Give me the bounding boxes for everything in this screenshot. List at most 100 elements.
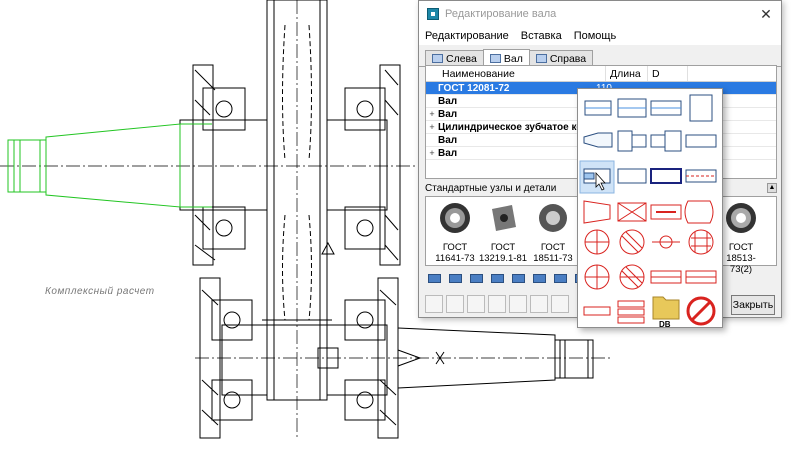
cone-tool-icon[interactable] xyxy=(583,200,611,224)
shaft-cone-icon[interactable] xyxy=(583,132,613,148)
shaft-gear-icon xyxy=(553,273,567,283)
edit-button[interactable] xyxy=(488,295,506,313)
shaft-gear-tool[interactable] xyxy=(551,269,569,287)
part-item[interactable]: ГОСТ 18511-73 xyxy=(528,201,578,264)
pins-icon[interactable] xyxy=(617,300,645,324)
title-bar[interactable]: Редактирование вала ✕ xyxy=(419,1,781,27)
part-code: ГОСТ xyxy=(540,242,566,253)
shaft-groove-icon xyxy=(469,273,483,283)
selected-shaft-green[interactable] xyxy=(7,123,212,208)
gear-cross-icon[interactable] xyxy=(584,229,610,255)
part-code: ГОСТ xyxy=(490,242,516,253)
column-d-header[interactable]: D xyxy=(648,66,688,81)
pin-icon[interactable] xyxy=(583,306,611,316)
menu-bar: Редактирование Вставка Помощь xyxy=(419,27,781,45)
part-number: 18511-73 xyxy=(533,253,573,264)
row-expander[interactable]: + xyxy=(426,122,438,132)
shaft-groove-tool[interactable] xyxy=(467,269,485,287)
shaft-thread-tool[interactable] xyxy=(509,269,527,287)
shaft-bar-icon[interactable] xyxy=(685,134,717,148)
bearing-icon xyxy=(440,203,470,233)
shaft-keyway-tool[interactable] xyxy=(488,269,506,287)
slot-box-icon[interactable] xyxy=(650,204,682,220)
shaft-step-tool[interactable] xyxy=(425,269,443,287)
cylinder-wide-icon[interactable] xyxy=(617,98,647,118)
row-name: Вал xyxy=(438,108,458,120)
grid-header: Наименование Длина D xyxy=(426,66,776,82)
part-item[interactable]: ГОСТ 11641-73 xyxy=(430,201,480,264)
table-icon xyxy=(432,54,443,63)
collapse-icon[interactable]: ▲ xyxy=(767,183,777,193)
shaft-step-icon[interactable] xyxy=(617,130,647,152)
shaft-step-reverse-icon[interactable] xyxy=(650,130,682,152)
gear-hatch-icon[interactable] xyxy=(619,264,645,290)
bearing-icon xyxy=(726,203,756,233)
shaft-thin-icon[interactable] xyxy=(685,169,717,183)
shaft-view-button[interactable] xyxy=(551,295,569,313)
menu-insert[interactable]: Вставка xyxy=(521,30,562,42)
cylinder-tall-icon[interactable] xyxy=(689,94,713,122)
menu-edit[interactable]: Редактирование xyxy=(425,30,509,42)
tab-right[interactable]: Справа xyxy=(528,50,594,66)
part-number: 11641-73 xyxy=(435,253,475,264)
plate-icon xyxy=(492,205,516,231)
shaft-spline-tool[interactable] xyxy=(530,269,548,287)
help-button[interactable] xyxy=(425,295,443,313)
element-toolbar xyxy=(425,269,590,289)
tab-left-label: Слева xyxy=(446,52,477,65)
window-title: Редактирование вала xyxy=(445,8,557,20)
shaft-step-icon xyxy=(427,273,441,283)
row-name: ГОСТ 12081-72 xyxy=(438,82,510,94)
footer-toolbar xyxy=(425,295,569,313)
row-expander[interactable]: + xyxy=(426,148,438,158)
column-length-header[interactable]: Длина xyxy=(606,66,648,81)
gear-hatch-icon[interactable] xyxy=(619,229,645,255)
calc-label: Комплексный расчет xyxy=(45,286,155,297)
database-folder-icon[interactable] xyxy=(652,296,680,320)
gear-small-icon[interactable] xyxy=(652,235,680,249)
row-name: Вал xyxy=(438,147,458,159)
element-picker-grid: DB xyxy=(579,94,717,329)
table-icon xyxy=(535,54,547,63)
table-button[interactable] xyxy=(509,295,527,313)
tab-shaft-label: Вал xyxy=(503,52,523,65)
tab-left[interactable]: Слева xyxy=(425,50,484,66)
shaft-spline-icon xyxy=(532,273,546,283)
shaft-icon xyxy=(489,54,501,63)
shaft-dark-icon[interactable] xyxy=(650,168,682,184)
column-name-header[interactable]: Наименование xyxy=(438,66,606,81)
folder-label: DB xyxy=(659,320,671,329)
cylinder-short-icon[interactable] xyxy=(584,100,612,116)
row-expander[interactable]: + xyxy=(426,109,438,119)
shaft-cone-icon xyxy=(448,273,462,283)
copy-button[interactable] xyxy=(446,295,464,313)
part-code: ГОСТ xyxy=(442,242,468,253)
paste-button[interactable] xyxy=(467,295,485,313)
element-picker-popup: DB xyxy=(577,88,723,329)
row-name: Вал xyxy=(438,95,458,107)
app-icon xyxy=(427,8,439,20)
bar-slot-icon[interactable] xyxy=(685,270,717,284)
menu-help[interactable]: Помощь xyxy=(574,30,617,42)
cylinder-long-icon[interactable] xyxy=(650,100,682,116)
upper-housing xyxy=(179,64,401,266)
close-icon[interactable]: ✕ xyxy=(751,6,781,23)
gear-cross-icon[interactable] xyxy=(584,264,610,290)
part-number: 13219.1-81 xyxy=(478,253,528,264)
cancel-icon[interactable] xyxy=(686,296,716,326)
calc-button[interactable] xyxy=(530,295,548,313)
close-button[interactable]: Закрыть xyxy=(731,295,775,315)
lower-housing xyxy=(199,241,445,439)
row-name: Цилиндрическое зубчатое кол xyxy=(438,121,589,133)
cross-box-icon[interactable] xyxy=(617,202,647,222)
shaft-thread-icon xyxy=(511,273,525,283)
gear-grid-icon[interactable] xyxy=(688,229,714,255)
rounded-end-icon[interactable] xyxy=(684,200,714,224)
ring-icon xyxy=(539,204,567,232)
bar-slot-icon[interactable] xyxy=(650,270,682,284)
part-item[interactable]: ГОСТ 13219.1-81 xyxy=(478,201,528,264)
shaft-cone-tool[interactable] xyxy=(446,269,464,287)
row-name: Вал xyxy=(438,134,458,146)
shaft-keyway-icon xyxy=(490,273,504,283)
shaft-long-icon[interactable] xyxy=(617,168,647,184)
